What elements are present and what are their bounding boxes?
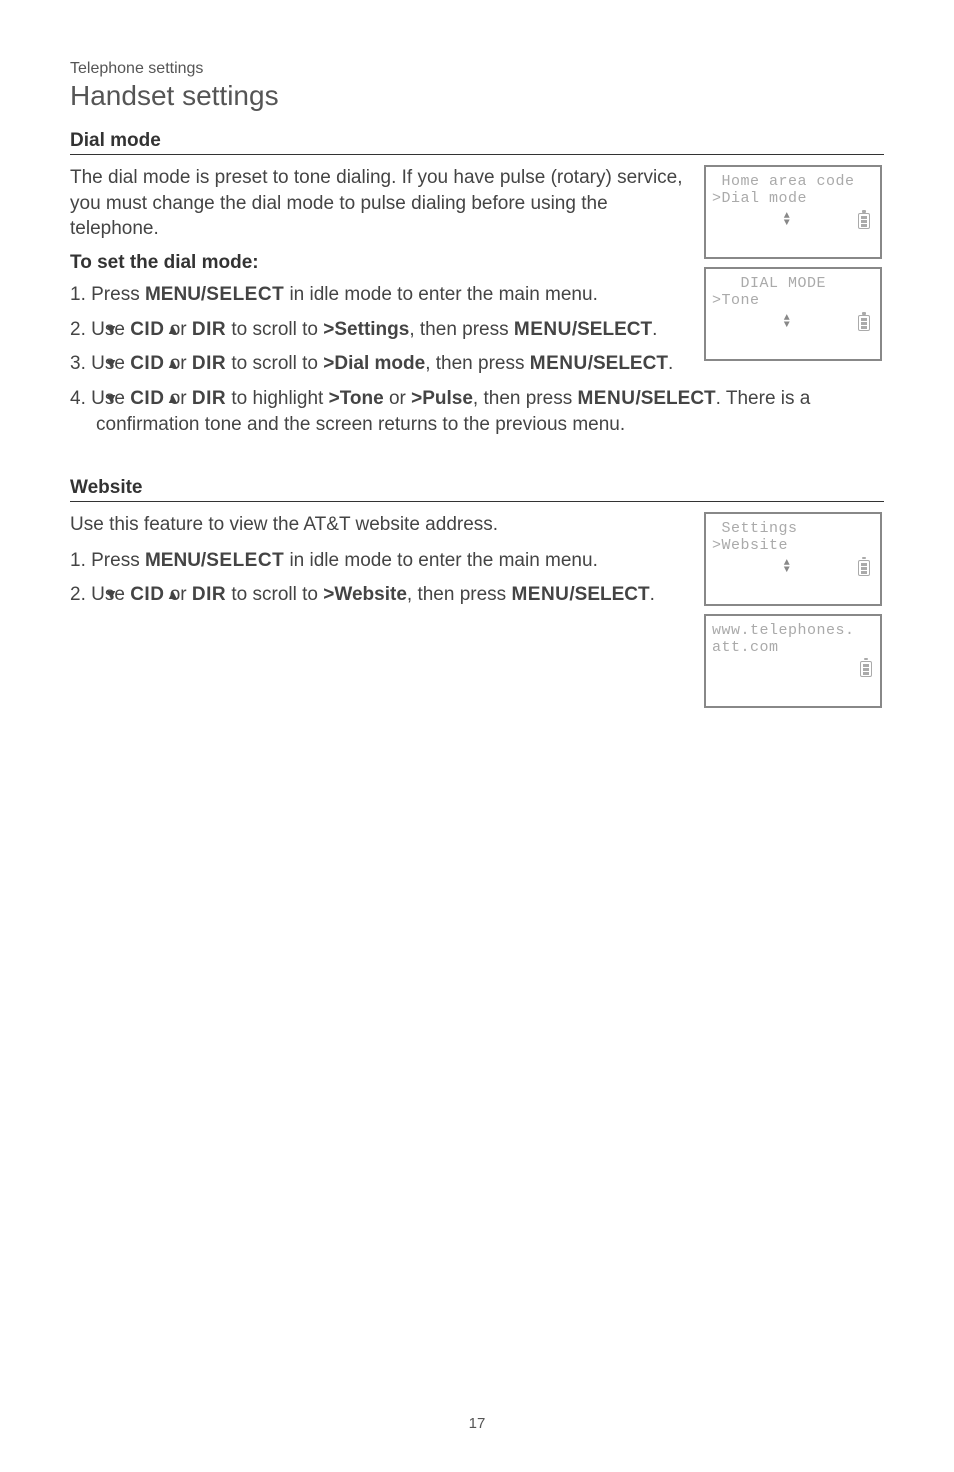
website-step-1: 1. Press MENU/SELECT in idle mode to ent… [70, 548, 686, 575]
header-large: Handset settings [70, 80, 884, 112]
rule-divider [70, 154, 884, 155]
battery-icon [858, 213, 870, 229]
lcd-line: www.telephones. [712, 622, 874, 639]
dial-intro: The dial mode is preset to tone dialing.… [70, 165, 686, 242]
battery-icon [860, 661, 872, 677]
website-steps-list: 1. Press MENU/SELECT in idle mode to ent… [70, 548, 686, 609]
dial-subhead: To set the dial mode: [70, 252, 686, 274]
dial-steps-list-cont: 4. Use ▼CID or ▲DIR to highlight >Tone o… [70, 386, 884, 439]
dial-steps-list: 1. Press MENU/SELECT in idle mode to ent… [70, 282, 686, 378]
dial-step-4: 4. Use ▼CID or ▲DIR to highlight >Tone o… [70, 386, 884, 439]
updown-arrow-icon: ▲▼ [784, 315, 791, 331]
page-number: 17 [0, 1415, 954, 1432]
website-step-2: 2. Use ▼CID or ▲DIR to scroll to >Websit… [70, 582, 686, 609]
lcd-line: >Tone [712, 292, 874, 309]
lcd-line: >Dial mode [712, 190, 874, 207]
header-small: Telephone settings [70, 60, 884, 78]
lcd-dial-2: DIAL MODE >Tone ▲▼ [704, 267, 882, 361]
lcd-line: DIAL MODE [712, 275, 874, 292]
dial-step-2: 2. Use ▼CID or ▲DIR to scroll to >Settin… [70, 317, 686, 344]
lcd-line: Home area code [712, 173, 874, 190]
lcd-dial-1: Home area code >Dial mode ▲▼ [704, 165, 882, 259]
website-title: Website [70, 477, 884, 499]
lcd-line: Settings [712, 520, 874, 537]
lcd-line: >Website [712, 537, 874, 554]
lcd-website-2: www.telephones. att.com [704, 614, 882, 708]
dial-step-1: 1. Press MENU/SELECT in idle mode to ent… [70, 282, 686, 309]
dial-mode-title: Dial mode [70, 130, 884, 152]
website-intro: Use this feature to view the AT&T websit… [70, 512, 686, 538]
rule-divider [70, 501, 884, 502]
updown-arrow-icon: ▲▼ [784, 560, 791, 576]
dial-step-3: 3. Use ▼CID or ▲DIR to scroll to >Dial m… [70, 351, 686, 378]
lcd-website-1: Settings >Website ▲▼ [704, 512, 882, 606]
page-header: Telephone settings Handset settings [70, 60, 884, 112]
battery-icon [858, 315, 870, 331]
battery-icon [858, 560, 870, 576]
lcd-line: att.com [712, 639, 874, 656]
updown-arrow-icon: ▲▼ [784, 213, 791, 229]
